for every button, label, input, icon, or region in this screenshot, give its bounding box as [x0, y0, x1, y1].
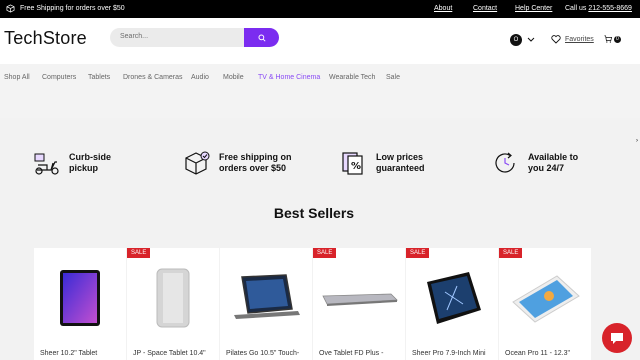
product-card[interactable]: SALE JP - Space Tablet 10.4": [127, 248, 219, 360]
sale-badge: SALE: [499, 248, 523, 258]
site-header: TechStore Search... O Favorites 0: [0, 18, 640, 64]
phone-link[interactable]: 212-555-8669: [588, 5, 632, 12]
feature-free-shipping: Free shipping on orders over $50: [183, 150, 292, 176]
product-name: Ocean Pro 11 - 12.3": [505, 350, 571, 357]
package-icon: [185, 151, 210, 175]
help-center-link[interactable]: Help Center: [515, 5, 552, 12]
feature-line2: guaranteed: [376, 163, 425, 173]
feature-available: Available to you 24/7: [492, 150, 578, 176]
category-nav: Shop All Computers Tablets Drones & Came…: [0, 64, 640, 118]
nav-item-wearable-tech[interactable]: Wearable Tech: [329, 74, 375, 81]
call-us: Call us 212-555-8669: [565, 5, 632, 12]
box-icon: [6, 4, 15, 13]
nav-item-shop-all[interactable]: Shop All: [4, 74, 30, 81]
shipping-text: Free Shipping for orders over $50: [20, 5, 125, 12]
best-sellers-heading: Best Sellers: [273, 205, 355, 221]
product-image: [34, 258, 126, 338]
feature-line1: Curb-side: [69, 152, 112, 162]
about-link[interactable]: About: [434, 5, 452, 12]
announcement-bar: Free Shipping for orders over $50 About …: [0, 0, 640, 18]
product-image: [406, 258, 498, 338]
product-image: [220, 258, 312, 338]
feature-line1: Available to: [528, 152, 579, 162]
search-button[interactable]: [244, 28, 279, 47]
feature-line2: pickup: [69, 163, 99, 173]
call-label: Call us: [565, 5, 587, 12]
clock-icon: [495, 152, 515, 173]
nav-item-audio[interactable]: Audio: [191, 74, 209, 81]
nav-item-tablets[interactable]: Tablets: [88, 74, 110, 81]
nav-item-sale[interactable]: Sale: [386, 74, 400, 81]
sale-badge: SALE: [406, 248, 430, 258]
nav-item-drones-cameras[interactable]: Drones & Cameras: [123, 74, 183, 81]
cart-icon: [604, 35, 612, 43]
sale-badge: SALE: [127, 248, 151, 258]
svg-text:%: %: [351, 161, 361, 172]
feature-line2: you 24/7: [528, 163, 565, 173]
nav-item-tv-home-cinema[interactable]: TV & Home Cinema: [258, 74, 320, 81]
chat-bubble-icon: [611, 332, 623, 344]
chat-button[interactable]: [602, 323, 632, 353]
nav-item-computers[interactable]: Computers: [42, 74, 76, 81]
cart-button[interactable]: 0: [604, 35, 621, 43]
favorites-label: Favorites: [565, 36, 594, 43]
feature-line2: orders over $50: [219, 163, 287, 173]
product-name: Ove Tablet FD Plus -: [319, 350, 384, 357]
product-name: Pilates Go 10.5" Touch-: [226, 350, 300, 357]
product-card[interactable]: Pilates Go 10.5" Touch-: [220, 248, 312, 360]
product-image: [313, 258, 405, 338]
cart-count: 0: [614, 35, 621, 43]
avatar: O: [510, 34, 522, 46]
account-menu[interactable]: O: [510, 34, 535, 46]
shipping-notice: Free Shipping for orders over $50: [6, 4, 125, 13]
price-tag-icon: %: [342, 152, 363, 175]
product-name: JP - Space Tablet 10.4": [133, 350, 206, 357]
heart-icon: [551, 35, 561, 44]
feature-line1: Free shipping on: [219, 152, 292, 162]
search-input[interactable]: Search...: [110, 28, 244, 47]
product-image: [127, 258, 219, 338]
product-card[interactable]: Sheer 10.2" Tablet: [34, 248, 126, 360]
feature-line1: Low prices: [376, 152, 424, 162]
scooter-icon: [34, 153, 59, 175]
contact-link[interactable]: Contact: [473, 5, 497, 12]
product-card[interactable]: SALE Ocean Pro 11 - 12.3": [499, 248, 591, 360]
product-card[interactable]: SALE Sheer Pro 7.9-Inch Mini: [406, 248, 498, 360]
favorites-link[interactable]: Favorites: [551, 35, 594, 44]
feature-curbside: Curb-side pickup: [33, 150, 111, 176]
chevron-down-icon: [527, 37, 535, 42]
product-name: Sheer Pro 7.9-Inch Mini: [412, 350, 486, 357]
sale-badge: SALE: [313, 248, 337, 258]
carousel-arrow-right[interactable]: ›: [636, 138, 640, 144]
product-name: Sheer 10.2" Tablet: [40, 350, 98, 357]
product-card[interactable]: SALE Ove Tablet FD Plus -: [313, 248, 405, 360]
search-icon: [257, 33, 266, 42]
site-logo[interactable]: TechStore: [4, 28, 87, 49]
product-image: [499, 258, 591, 338]
feature-low-prices: % Low prices guaranteed: [340, 150, 425, 176]
product-gallery: Sheer 10.2" Tablet SALE JP - Space Table…: [34, 248, 591, 360]
nav-item-mobile[interactable]: Mobile: [223, 74, 244, 81]
